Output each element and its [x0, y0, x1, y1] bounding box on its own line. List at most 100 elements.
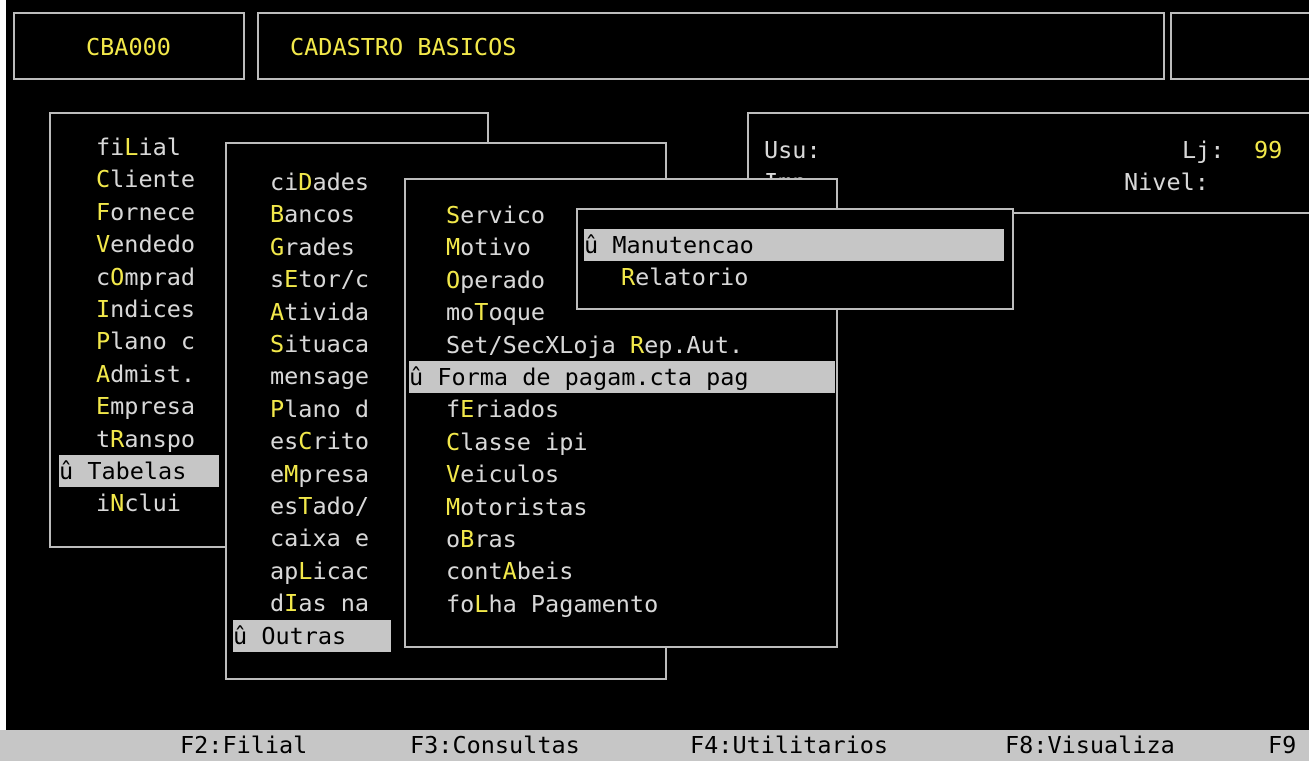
item-text: cont: [446, 557, 503, 586]
f4-utilitarios-key[interactable]: F4:Utilitarios: [690, 730, 888, 761]
tabelas-menu-item[interactable]: caixa e: [270, 522, 369, 554]
outras-menu-item[interactable]: Classe ipi: [446, 426, 588, 458]
item-text: tor/c: [298, 265, 370, 294]
hotkey-letter: M: [612, 231, 627, 259]
tabelas-menu-item[interactable]: mensage: [270, 360, 369, 392]
tabelas-menu-item[interactable]: eMpresa: [270, 458, 369, 490]
hotkey-letter: L: [298, 556, 313, 585]
selection-marker: û: [584, 231, 599, 259]
forma-menu-item[interactable]: û Manutencao: [584, 229, 1004, 261]
selection-marker: û: [233, 621, 248, 650]
item-text: d: [270, 589, 285, 618]
outras-menu-item[interactable]: û Forma de pagam.cta pag: [409, 361, 835, 393]
lj-value: 99: [1254, 136, 1283, 164]
tabelas-menu-item[interactable]: apLicac: [270, 555, 369, 587]
main-menu-item[interactable]: Cliente: [96, 163, 195, 195]
hotkey-letter: R: [110, 424, 125, 453]
outras-menu-item[interactable]: contAbeis: [446, 555, 573, 587]
header-right-box: [1170, 12, 1309, 80]
f3-consultas-key[interactable]: F3:Consultas: [410, 730, 580, 761]
main-menu-item[interactable]: Plano c: [96, 325, 195, 357]
hotkey-letter: I: [284, 589, 299, 618]
f9-key[interactable]: F9: [1268, 730, 1296, 761]
forma-menu-item[interactable]: Relatorio: [621, 261, 748, 293]
outras-menu-item[interactable]: moToque: [446, 296, 545, 328]
item-text: rito: [312, 427, 370, 456]
tabelas-menu-item[interactable]: esCrito: [270, 425, 369, 457]
main-menu-item[interactable]: tRanspo: [96, 423, 195, 455]
hotkey-letter: F: [437, 363, 452, 391]
item-text: ras: [474, 525, 517, 553]
item-text: liente: [110, 165, 196, 194]
item-text: anutencao: [626, 231, 754, 259]
item-text: Set/SecXLoja: [446, 330, 630, 359]
item-text: c: [96, 262, 111, 291]
tabelas-menu-item[interactable]: esTado/: [270, 490, 369, 522]
hotkey-letter: V: [96, 230, 111, 259]
outras-menu-item[interactable]: oBras: [446, 523, 517, 555]
hotkey-letter: C: [96, 165, 111, 194]
item-text: ades: [312, 168, 370, 196]
item-text: s: [270, 265, 285, 294]
main-menu-item[interactable]: Empresa: [96, 390, 195, 422]
f8-visualiza-key[interactable]: F8:Visualiza: [1005, 730, 1175, 761]
hotkey-letter: E: [96, 392, 111, 421]
tabelas-menu-item[interactable]: Situaca: [270, 328, 369, 360]
outras-menu-item[interactable]: Motoristas: [446, 491, 588, 523]
hotkey-letter: T: [298, 492, 313, 520]
item-text: endedo: [110, 230, 196, 259]
outras-menu-item[interactable]: Servico: [446, 199, 545, 231]
f2-filial-key[interactable]: F2:Filial: [180, 730, 307, 761]
item-text: mensage: [270, 362, 370, 391]
hotkey-letter: B: [270, 200, 285, 229]
main-menu-item[interactable]: cOmprad: [96, 261, 195, 293]
tabelas-menu-item[interactable]: Grades: [270, 231, 355, 263]
main-menu-item[interactable]: Admist.: [96, 358, 195, 390]
item-text: ndices: [110, 295, 196, 323]
outras-menu-item[interactable]: Motivo: [446, 231, 531, 263]
main-menu-item[interactable]: Indices: [96, 293, 195, 325]
tabelas-menu-item[interactable]: ciDades: [270, 166, 369, 198]
terminal-screen: CBA000 CADASTRO BASICOS Usu: Lj: 99 Imp:…: [6, 0, 1309, 730]
nivel-label: Nivel:: [1124, 168, 1209, 196]
item-text: ial: [138, 133, 181, 161]
item-text: o: [446, 525, 461, 553]
item-text: oque: [488, 298, 546, 327]
hotkey-letter: N: [110, 489, 125, 518]
item-text: rades: [284, 232, 355, 261]
tabelas-menu-item[interactable]: Bancos: [270, 198, 355, 230]
hotkey-letter: O: [446, 265, 461, 294]
tabelas-menu-item[interactable]: Plano d: [270, 393, 369, 425]
usu-label: Usu:: [764, 136, 821, 164]
item-text: clui: [124, 489, 181, 518]
item-text: ervico: [460, 201, 546, 229]
item-text: ancos: [284, 200, 355, 229]
program-title: CADASTRO BASICOS: [290, 33, 517, 61]
item-text: es: [270, 492, 299, 520]
hotkey-letter: D: [298, 168, 313, 196]
main-menu-item[interactable]: iNclui: [96, 487, 181, 519]
item-text: e: [270, 459, 285, 488]
outras-menu-item[interactable]: Operado: [446, 264, 545, 296]
item-text: ap: [270, 556, 299, 585]
hotkey-letter: A: [502, 557, 517, 586]
tabelas-menu-item[interactable]: sEtor/c: [270, 263, 369, 295]
outras-menu-item[interactable]: foLha Pagamento: [446, 588, 658, 620]
outras-menu-item[interactable]: Veiculos: [446, 458, 559, 490]
tabelas-menu-item[interactable]: dIas na: [270, 587, 369, 619]
tabelas-menu-item[interactable]: Ativida: [270, 296, 369, 328]
hotkey-letter: A: [270, 297, 285, 326]
function-key-bar: F2:Filial F3:Consultas F4:Utilitarios F8…: [0, 730, 1309, 761]
main-menu-item[interactable]: Vendedo: [96, 228, 195, 260]
item-text: fo: [446, 589, 475, 618]
main-menu-item[interactable]: Fornece: [96, 196, 195, 228]
main-menu-item[interactable]: fiLial: [96, 131, 181, 163]
item-text: dmist.: [110, 359, 196, 388]
item-text: ep.Aut.: [644, 330, 744, 359]
outras-menu-item[interactable]: fEriados: [446, 393, 559, 425]
hotkey-letter: S: [446, 201, 461, 229]
tabelas-menu-item[interactable]: û Outras: [233, 619, 391, 652]
outras-menu-item[interactable]: Set/SecXLoja Rep.Aut.: [446, 329, 743, 361]
hotkey-letter: C: [446, 427, 461, 456]
main-menu-item[interactable]: û Tabelas: [59, 455, 219, 487]
